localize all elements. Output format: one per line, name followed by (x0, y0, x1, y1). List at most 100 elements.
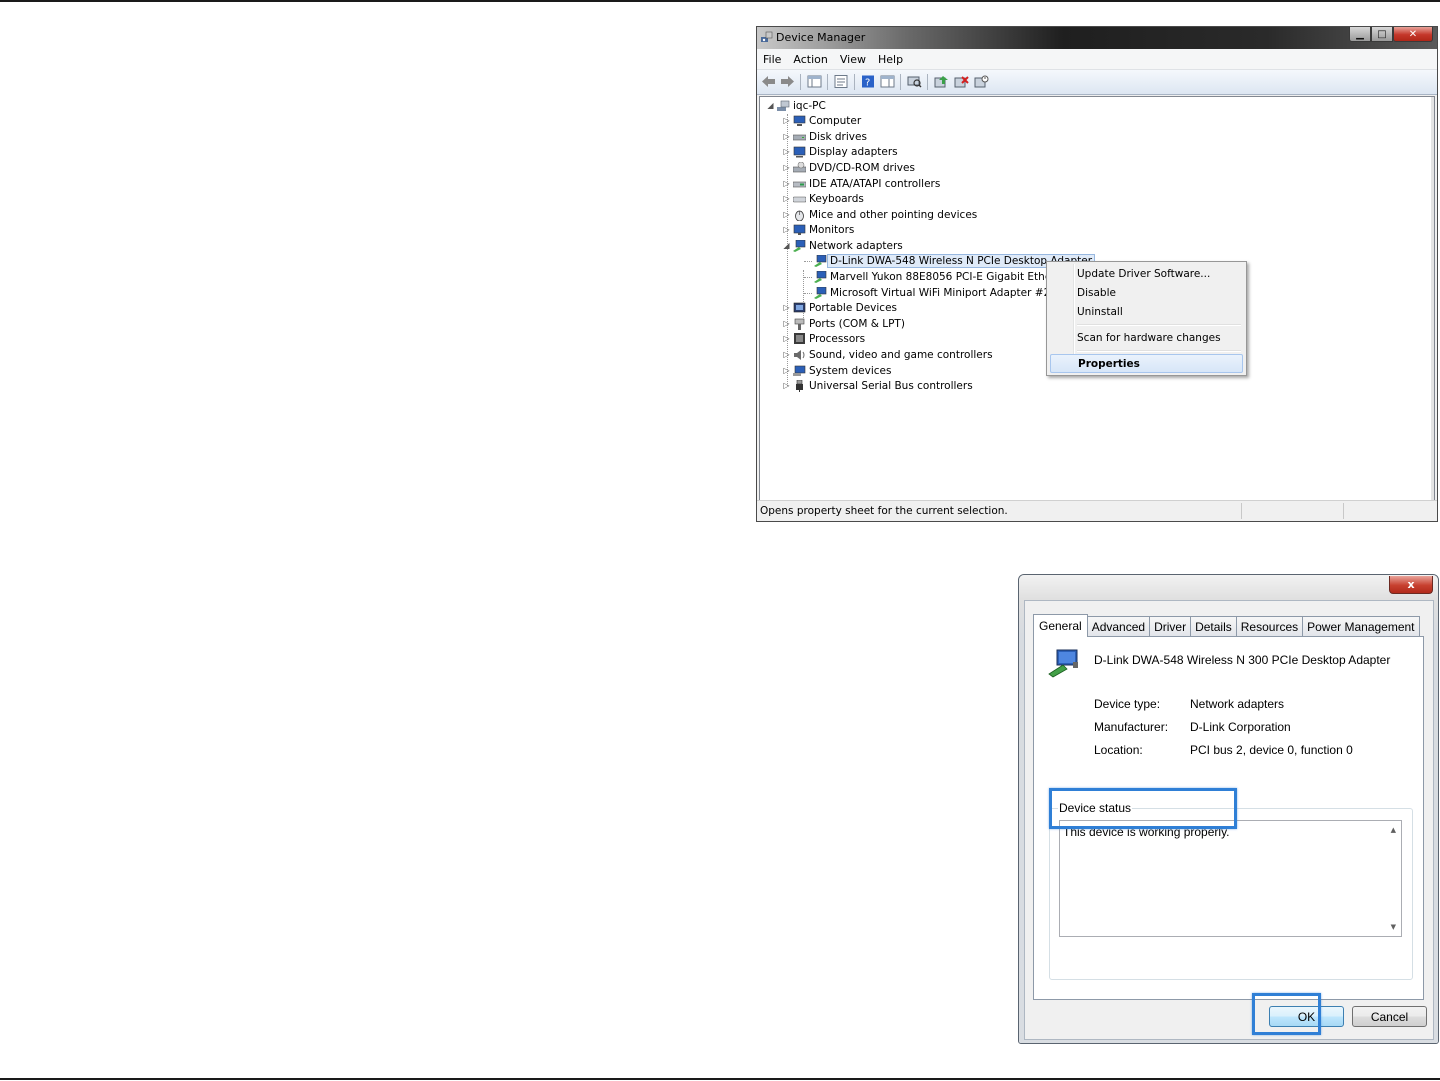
menu-view[interactable]: View (835, 53, 872, 66)
tree-item-portable-devices[interactable]: ▷ Portable Devices (782, 300, 897, 315)
tree-item-sound-controllers[interactable]: ▷ Sound, video and game controllers (782, 347, 992, 362)
processor-icon (793, 332, 806, 345)
top-page-rule (0, 0, 1440, 2)
usb-icon (793, 379, 806, 392)
tree-item-label: Mice and other pointing devices (809, 208, 978, 221)
expand-arrow-icon[interactable]: ▷ (782, 366, 791, 375)
context-menu-disable[interactable]: Disable (1050, 283, 1243, 302)
tree-item-mice[interactable]: ▷ Mice and other pointing devices (782, 207, 977, 222)
tree-item-label: Universal Serial Bus controllers (809, 379, 973, 392)
scroll-up-arrow-icon[interactable]: ▲ (1391, 826, 1396, 834)
help-icon[interactable]: ? (861, 74, 876, 89)
device-manager-title: Device Manager (776, 31, 866, 44)
context-menu-properties[interactable]: Properties (1050, 354, 1243, 373)
tab-strip: General Advanced Driver Details Resource… (1033, 614, 1420, 637)
tree-item-virtual-wifi-adapter[interactable]: Microsoft Virtual WiFi Miniport Adapter … (812, 285, 1050, 300)
toolbar: ? (757, 70, 1437, 95)
menu-help[interactable]: Help (873, 53, 909, 66)
tree-item-display-adapters[interactable]: ▷ Display adapters (782, 144, 897, 159)
properties-icon[interactable] (834, 74, 849, 89)
disable-icon[interactable] (974, 74, 989, 89)
dvd-drive-icon (793, 161, 806, 174)
tab-resources[interactable]: Resources (1235, 616, 1304, 636)
tree-item-usb-controllers[interactable]: ▷ Universal Serial Bus controllers (782, 378, 973, 393)
tree-item-processors[interactable]: ▷ Processors (782, 331, 865, 346)
network-adapter-icon (814, 286, 827, 299)
computer-root-icon (777, 100, 790, 112)
tab-advanced[interactable]: Advanced (1086, 616, 1151, 636)
status-highlight-box (1049, 788, 1237, 829)
tree-item-ide-controllers[interactable]: ▷ IDE ATA/ATAPI controllers (782, 176, 940, 191)
toolbar-separator (827, 74, 828, 90)
minimize-button[interactable]: ▁ (1349, 27, 1371, 42)
dialog-close-button[interactable]: x (1389, 576, 1433, 594)
context-menu-uninstall[interactable]: Uninstall (1050, 302, 1243, 321)
expand-arrow-icon[interactable]: ▷ (782, 194, 791, 203)
expand-arrow-icon[interactable]: ▷ (782, 179, 791, 188)
expand-arrow-icon[interactable]: ▷ (782, 350, 791, 359)
tab-driver[interactable]: Driver (1149, 616, 1192, 636)
portable-device-icon (793, 302, 806, 314)
collapse-arrow-icon[interactable]: ◢ (766, 101, 775, 110)
expand-arrow-icon[interactable]: ▷ (782, 381, 791, 390)
tree-item-disk-drives[interactable]: ▷ Disk drives (782, 129, 867, 144)
tree-item-monitors[interactable]: ▷ Monitors (782, 222, 854, 237)
collapse-arrow-icon[interactable]: ◢ (782, 241, 791, 250)
tree-root[interactable]: ◢ iqc-PC (766, 98, 825, 113)
scroll-down-arrow-icon[interactable]: ▼ (1391, 923, 1396, 931)
back-icon[interactable] (761, 74, 776, 89)
tab-details[interactable]: Details (1190, 616, 1237, 636)
toolbar-separator (854, 74, 855, 90)
tree-item-network-adapters[interactable]: ◢ Network adapters (782, 238, 903, 253)
expand-arrow-icon[interactable]: ▷ (782, 210, 791, 219)
tab-power-management[interactable]: Power Management (1302, 616, 1420, 636)
tree-item-marvell-adapter[interactable]: Marvell Yukon 88E8056 PCI-E Gigabit Ethe… (812, 269, 1083, 284)
tree-guide-line (804, 293, 812, 294)
close-button[interactable]: ✕ (1393, 27, 1433, 42)
update-driver-icon[interactable] (934, 74, 949, 89)
expand-arrow-icon[interactable]: ▷ (782, 147, 791, 156)
expand-arrow-icon[interactable]: ▷ (782, 334, 791, 343)
menu-file[interactable]: File (758, 53, 787, 66)
context-menu-update-driver[interactable]: Update Driver Software... (1050, 264, 1243, 283)
tree-guide-line (804, 261, 812, 262)
uninstall-icon[interactable] (954, 74, 969, 89)
tree-item-label: IDE ATA/ATAPI controllers (809, 177, 941, 190)
tree-item-label: Portable Devices (809, 301, 898, 314)
tree-item-label: Keyboards (809, 192, 864, 205)
expand-arrow-icon[interactable]: ▷ (782, 116, 791, 125)
show-hide-console-tree-icon[interactable] (807, 74, 822, 89)
action-pane-icon[interactable] (880, 74, 895, 89)
tree-item-system-devices[interactable]: ▷ System devices (782, 363, 891, 378)
tree-item-label: Network adapters (809, 239, 903, 252)
tree-item-computer[interactable]: ▷ Computer (782, 113, 861, 128)
device-manager-title-bar[interactable]: Device Manager ▁ □ ✕ (757, 27, 1437, 49)
manufacturer-label: Manufacturer: (1094, 720, 1169, 734)
caption-buttons: ▁ □ ✕ (1349, 27, 1433, 44)
tab-general[interactable]: General (1033, 614, 1088, 637)
context-menu-scan-hardware[interactable]: Scan for hardware changes (1050, 328, 1243, 347)
device-status-textbox[interactable]: This device is working properly. ▲ ▼ (1059, 820, 1402, 937)
menu-action[interactable]: Action (788, 53, 833, 66)
expand-arrow-icon[interactable]: ▷ (782, 303, 791, 312)
tree-guide-line (804, 277, 812, 278)
device-status-group: Device status This device is working pro… (1049, 801, 1413, 980)
cancel-button[interactable]: Cancel (1352, 1006, 1427, 1027)
device-type-label: Device type: (1094, 697, 1161, 711)
maximize-icon: □ (1377, 28, 1387, 40)
tree-item-label: Computer (809, 114, 862, 127)
status-bar-divider (1343, 503, 1344, 519)
tree-item-keyboards[interactable]: ▷ Keyboards (782, 191, 864, 206)
maximize-button[interactable]: □ (1371, 27, 1393, 42)
scan-hardware-icon[interactable] (907, 74, 922, 89)
expand-arrow-icon[interactable]: ▷ (782, 225, 791, 234)
context-menu-separator (1077, 350, 1241, 352)
network-adapter-icon (1047, 648, 1081, 678)
svg-text:?: ? (865, 78, 870, 89)
expand-arrow-icon[interactable]: ▷ (782, 163, 791, 172)
tree-item-ports[interactable]: ▷ Ports (COM & LPT) (782, 316, 905, 331)
tree-item-dvd-drives[interactable]: ▷ DVD/CD-ROM drives (782, 160, 915, 175)
expand-arrow-icon[interactable]: ▷ (782, 319, 791, 328)
expand-arrow-icon[interactable]: ▷ (782, 132, 791, 141)
forward-icon[interactable] (780, 74, 795, 89)
